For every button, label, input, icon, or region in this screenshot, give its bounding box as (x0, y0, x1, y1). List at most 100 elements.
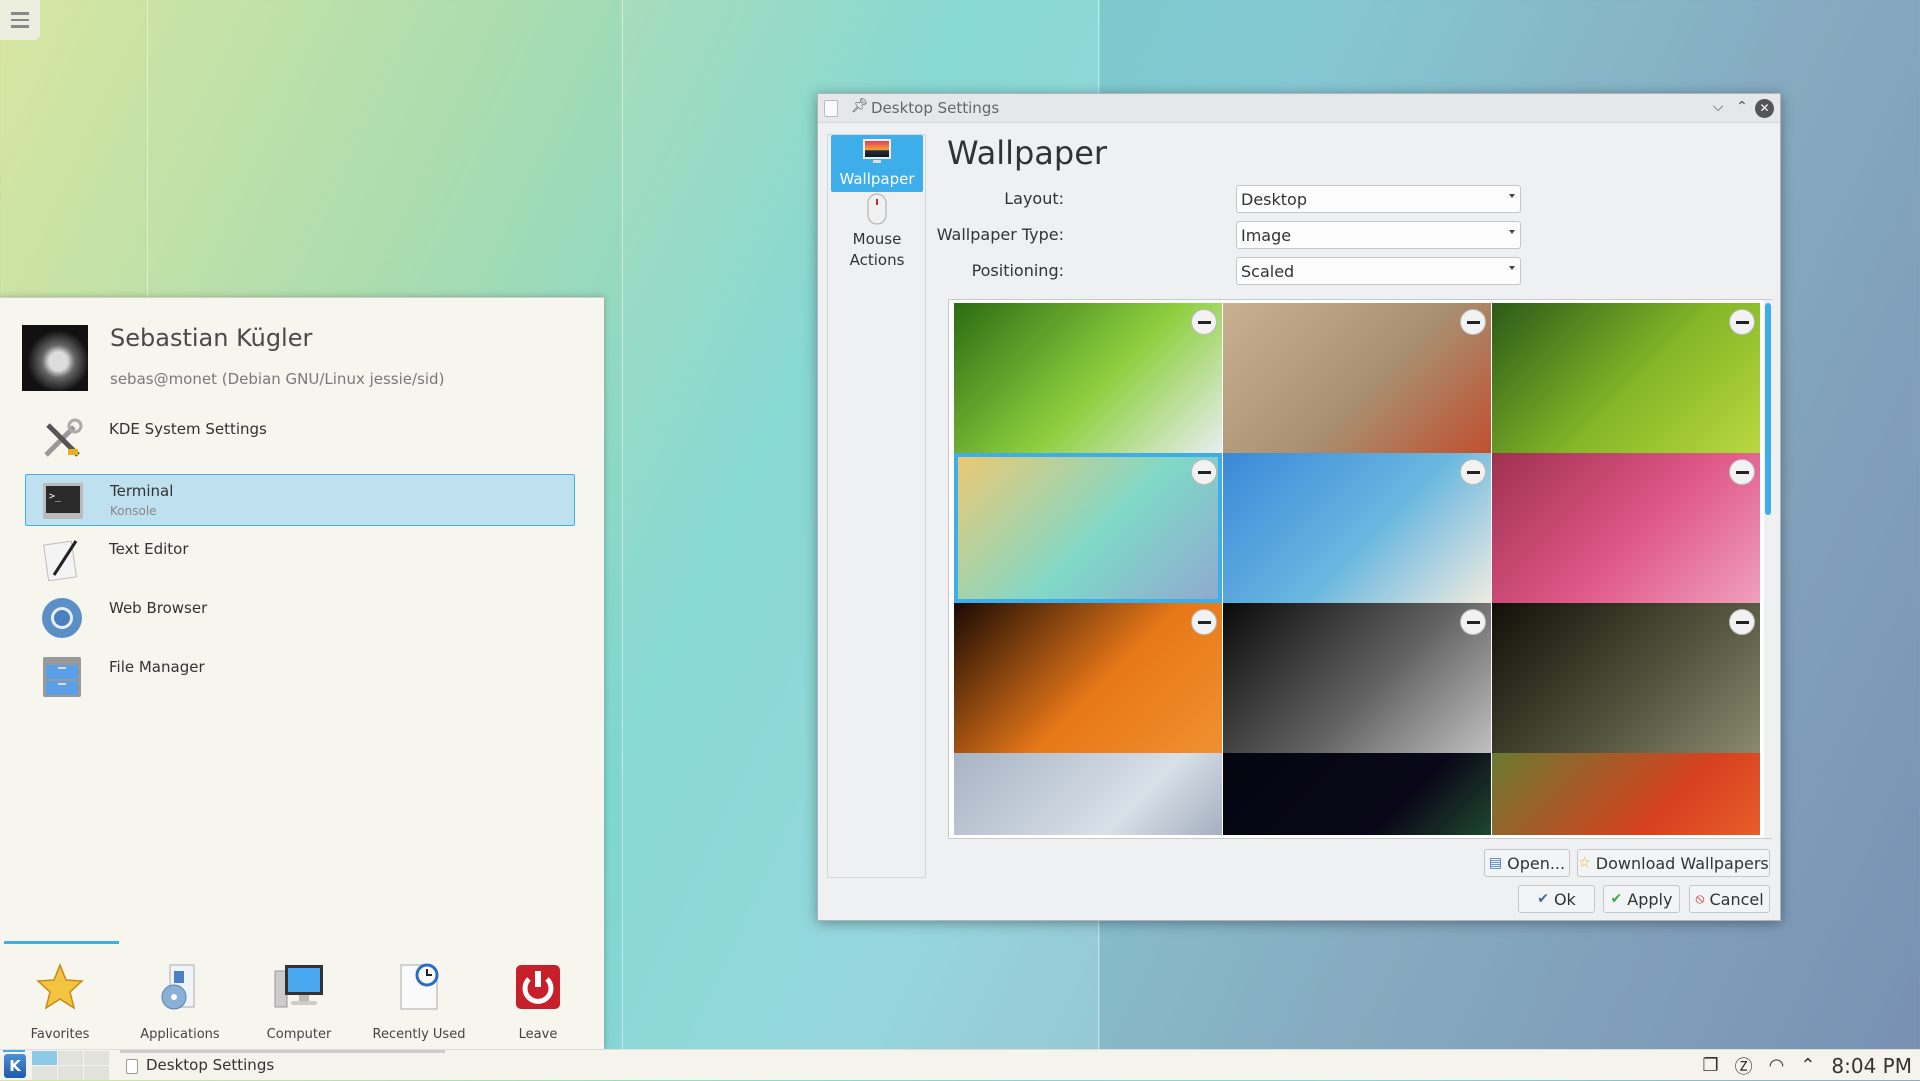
cancel-label: Cancel (1709, 889, 1764, 909)
wallpaper-thumbnail-orange-fabric[interactable] (954, 603, 1222, 753)
task-desktop-settings[interactable]: Desktop Settings (120, 1050, 445, 1081)
launcher-active-indicator (3, 1050, 25, 1052)
scrollbar-thumb[interactable] (1765, 303, 1771, 515)
favorite-label: Web Browser (109, 599, 208, 617)
favorite-sublabel: Konsole (110, 504, 157, 518)
desktop-6[interactable] (84, 1066, 109, 1080)
positioning-select[interactable]: Scaled (1236, 257, 1521, 285)
wallpaper-type-label: Wallpaper Type: (936, 225, 1064, 244)
window-icon[interactable] (824, 100, 838, 117)
hamburger-icon (11, 12, 29, 15)
favorite-kde-system-settings[interactable]: KDE System Settings (25, 413, 575, 465)
tab-computer[interactable]: Computer (239, 946, 359, 1046)
favorite-web-browser[interactable]: Web Browser (25, 592, 575, 644)
application-launcher-button[interactable]: K (4, 1054, 26, 1078)
desktop-1[interactable] (32, 1051, 57, 1065)
wallpaper-thumbnail-keyboard[interactable] (1223, 603, 1491, 753)
ok-button[interactable]: ✔ Ok (1518, 885, 1595, 913)
remove-wallpaper-button[interactable] (1729, 459, 1755, 485)
remove-wallpaper-button[interactable] (1729, 309, 1755, 335)
download-wallpapers-button[interactable]: ☆ Download Wallpapers (1577, 849, 1770, 877)
scrollbar[interactable] (1764, 300, 1772, 838)
avatar (22, 325, 88, 391)
expand-tray-icon[interactable]: ⌃ (1800, 1055, 1815, 1076)
wallpaper-thumbnail-pink-flower[interactable] (1492, 453, 1760, 603)
open-button[interactable]: ▤ Open... (1484, 849, 1570, 877)
applications-icon (161, 964, 195, 1010)
sidebar-item-wallpaper[interactable]: Wallpaper (831, 135, 923, 192)
remove-wallpaper-button[interactable] (1191, 609, 1217, 635)
application-launcher: Sebastian Kügler sebas@monet (Debian GNU… (0, 297, 604, 1049)
wallpaper-thumbnail-green-leaf[interactable] (1492, 303, 1760, 453)
web-browser-icon (42, 598, 82, 638)
remove-wallpaper-button[interactable] (1460, 459, 1486, 485)
favorite-file-manager[interactable]: File Manager (25, 651, 575, 703)
remove-wallpaper-button[interactable] (1460, 609, 1486, 635)
remove-wallpaper-button[interactable] (1191, 459, 1217, 485)
file-manager-icon (43, 657, 81, 697)
desktop-5[interactable] (58, 1066, 83, 1080)
wallpaper-type-select[interactable]: Image (1236, 221, 1521, 249)
wallpaper-thumbnail-palm-beach[interactable] (1223, 453, 1491, 603)
task-indicator (120, 1050, 445, 1053)
desktop-2[interactable] (58, 1051, 83, 1065)
layout-value: Desktop (1241, 190, 1307, 209)
layout-select[interactable]: Desktop (1236, 185, 1521, 213)
chevron-up-icon: ⌃ (1736, 99, 1748, 115)
page-title: Wallpaper (947, 134, 1108, 172)
wallpaper-thumbnail-aurora[interactable] (1223, 753, 1491, 835)
pin-icon[interactable]: 📌︎ (851, 98, 869, 114)
maximize-button[interactable]: ⌃ (1732, 99, 1752, 115)
wallpaper-thumbnail-grey-rays[interactable] (954, 753, 1222, 835)
wallpaper-thumbnail-dew-leaf[interactable] (1492, 603, 1760, 753)
minimize-button[interactable]: ⌵ (1708, 99, 1728, 115)
tab-recently-used[interactable]: Recently Used (359, 946, 479, 1046)
remove-wallpaper-button[interactable] (1191, 309, 1217, 335)
tab-leave[interactable]: Leave (478, 946, 598, 1046)
desktop-4[interactable] (32, 1066, 57, 1080)
desktop-toolbox-button[interactable] (0, 0, 40, 40)
user-host: sebas@monet (Debian GNU/Linux jessie/sid… (110, 370, 445, 388)
download-label: Download Wallpapers (1595, 853, 1769, 873)
sidebar-item-mouse-actions[interactable]: Mouse Actions (831, 193, 923, 275)
apply-button[interactable]: ✔ Apply (1603, 885, 1680, 913)
mouse-icon (867, 193, 887, 225)
clipboard-icon[interactable]: ❐ (1702, 1055, 1718, 1076)
clock[interactable]: 8:04 PM (1831, 1054, 1912, 1078)
check-icon: ✔ (1537, 891, 1549, 907)
wallpaper-line (622, 0, 623, 1080)
favorite-label: Terminal (110, 482, 174, 500)
task-label: Desktop Settings (146, 1056, 275, 1074)
tab-favorites[interactable]: Favorites (0, 946, 120, 1046)
window-title: Desktop Settings (871, 99, 1000, 117)
close-icon: ✕ (1759, 101, 1770, 115)
wallpaper-thumbnail-lizard-sand[interactable] (1223, 303, 1491, 453)
taskbar: K Desktop Settings ❐ Ⓩ ◠ ⌃ 8:04 PM (0, 1049, 1920, 1080)
star-icon (36, 962, 84, 1010)
folder-icon: ▤ (1488, 855, 1503, 871)
remove-wallpaper-button[interactable] (1729, 609, 1755, 635)
svg-text:>_: >_ (49, 491, 62, 502)
favorite-terminal[interactable]: >_ Terminal Konsole (25, 474, 575, 526)
virtual-desktop-pager[interactable] (32, 1050, 110, 1081)
check-icon: ✔ (1610, 891, 1623, 907)
sidebar-label: Wallpaper (839, 170, 915, 188)
desktop-3[interactable] (84, 1051, 109, 1065)
wifi-icon[interactable]: ◠ (1769, 1055, 1785, 1076)
user-name: Sebastian Kügler (110, 324, 313, 352)
close-button[interactable]: ✕ (1755, 99, 1774, 118)
text-editor-icon (43, 540, 78, 581)
cancel-button[interactable]: ⦸ Cancel (1689, 885, 1770, 913)
dropdown-arrow-icon (1509, 230, 1515, 234)
tab-applications[interactable]: Applications (120, 946, 240, 1046)
wallpaper-thumbnail-white-flower-green[interactable] (954, 303, 1222, 453)
title-bar[interactable]: 📌︎ Desktop Settings ⌵ ⌃ ✕ (818, 94, 1780, 123)
system-tray: ❐ Ⓩ ◠ ⌃ 8:04 PM (1702, 1050, 1920, 1081)
wallpaper-thumbnail-plasma-default[interactable] (954, 453, 1222, 603)
wallpaper-thumbnail-red-leaves[interactable] (1492, 753, 1760, 835)
power-management-icon[interactable]: Ⓩ (1735, 1053, 1753, 1079)
remove-wallpaper-button[interactable] (1460, 309, 1486, 335)
wallpaper-icon (863, 139, 891, 163)
sidebar-label: Mouse Actions (849, 230, 905, 269)
favorite-text-editor[interactable]: Text Editor (25, 533, 575, 585)
